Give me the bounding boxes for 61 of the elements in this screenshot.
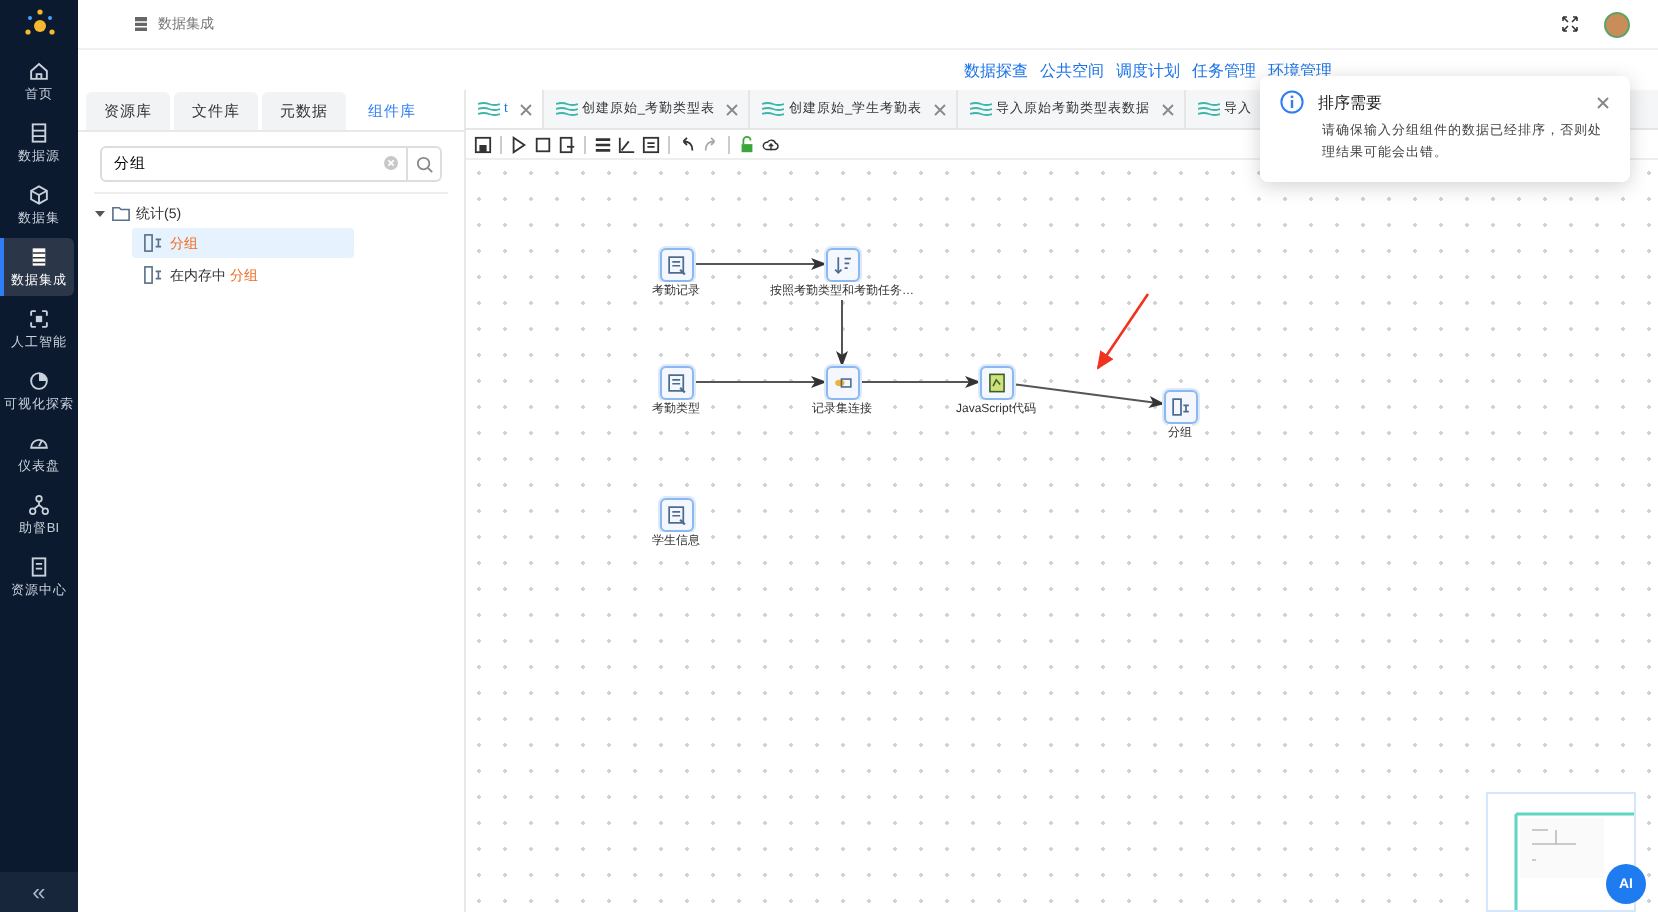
close-icon[interactable] xyxy=(934,103,947,115)
axis-icon[interactable] xyxy=(618,135,636,153)
fullscreen-icon[interactable] xyxy=(1562,16,1578,32)
info-icon xyxy=(1280,90,1304,114)
cube-icon xyxy=(28,183,50,205)
flow-node[interactable] xyxy=(659,247,693,281)
stop-icon[interactable] xyxy=(534,135,552,153)
annotation-arrow xyxy=(1096,293,1150,370)
collapse-button[interactable]: « xyxy=(0,872,78,912)
lock-icon[interactable] xyxy=(738,135,756,153)
nav-link[interactable]: 任务管理 xyxy=(1192,59,1256,81)
script-icon xyxy=(985,371,1007,393)
database-icon xyxy=(28,245,50,267)
component-icon xyxy=(144,266,162,284)
transform-icon xyxy=(555,102,578,116)
flow-node[interactable] xyxy=(825,365,859,399)
search-icon xyxy=(415,155,433,173)
connector-arrow xyxy=(692,376,827,388)
transform-icon xyxy=(762,102,785,116)
undo-icon[interactable] xyxy=(678,135,696,153)
flow-node[interactable] xyxy=(659,497,693,531)
nav-link[interactable]: 公共空间 xyxy=(1040,59,1104,81)
sort-icon xyxy=(831,253,853,275)
toast-title: 排序需要 xyxy=(1318,91,1384,113)
avatar[interactable] xyxy=(1604,11,1630,37)
list-icon xyxy=(28,121,50,143)
table-icon xyxy=(665,371,687,393)
component-icon xyxy=(144,234,162,252)
flow-node[interactable] xyxy=(825,247,859,281)
close-icon[interactable] xyxy=(519,103,532,115)
upload-icon[interactable] xyxy=(762,135,780,153)
search-button[interactable] xyxy=(408,146,442,182)
pie-chart-icon xyxy=(28,369,50,391)
preview-icon[interactable] xyxy=(558,135,576,153)
transform-icon xyxy=(970,102,993,116)
scan-icon xyxy=(28,307,50,329)
flow-node[interactable] xyxy=(659,365,693,399)
network-icon xyxy=(28,493,50,515)
run-icon[interactable] xyxy=(510,135,528,153)
home-icon xyxy=(28,59,50,81)
table-icon xyxy=(665,503,687,525)
flow-node[interactable] xyxy=(979,365,1013,399)
table-icon xyxy=(665,253,687,275)
grid-icon[interactable] xyxy=(594,135,612,153)
database-icon xyxy=(134,16,148,32)
close-icon[interactable] xyxy=(1162,103,1175,115)
caret-down-icon[interactable] xyxy=(94,208,106,220)
document-icon xyxy=(28,555,50,577)
flow-node[interactable] xyxy=(1163,389,1197,423)
connector-arrow xyxy=(858,376,981,388)
transform-icon xyxy=(1198,102,1221,116)
folder-icon xyxy=(112,206,130,222)
close-icon[interactable] xyxy=(726,103,739,115)
transform-icon xyxy=(478,102,500,116)
nav-link[interactable]: 数据探查 xyxy=(964,59,1028,81)
nav-link[interactable]: 调度计划 xyxy=(1116,59,1180,81)
close-icon[interactable] xyxy=(1596,95,1610,109)
group-icon xyxy=(1169,395,1191,417)
table-icon[interactable] xyxy=(642,135,660,153)
save-icon[interactable] xyxy=(474,135,492,153)
connector-arrow xyxy=(692,258,827,270)
